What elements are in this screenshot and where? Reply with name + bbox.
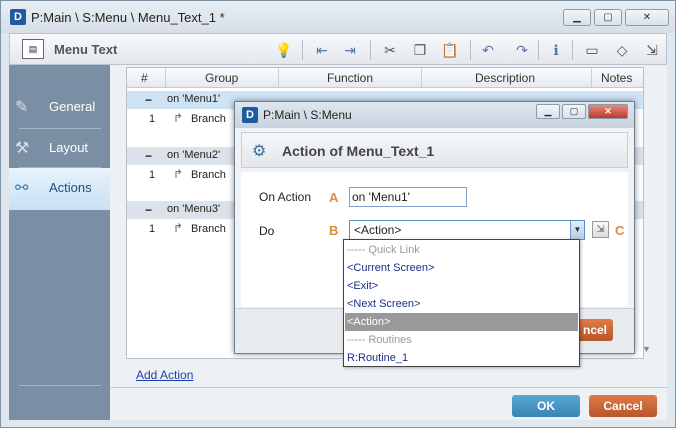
grid-header: # Group Function Description Notes (127, 68, 643, 88)
dropdown-option[interactable]: <Exit> (345, 277, 578, 295)
sidebar-item-actions[interactable]: ⚯ Actions (9, 168, 110, 210)
chevron-down-icon[interactable]: ▼ (570, 221, 584, 239)
sidebar-item-general[interactable]: ✎ General (9, 87, 110, 127)
sidebar: ✎ General ⚒ Layout ⚯ Actions (9, 65, 110, 420)
paste-icon[interactable]: 📋 (440, 40, 460, 60)
tag-icon[interactable]: ◇ (612, 40, 632, 60)
toolbar: ▤ Menu Text 💡 ⇤ ⇥ ✂ ❐ 📋 ↶ ↷ ℹ ▭ ◇ ⇲ (9, 33, 667, 65)
branch-icon: ↱ (173, 167, 184, 181)
bottom-bar: OK Cancel (110, 387, 667, 420)
copy-icon[interactable]: ❐ (410, 40, 430, 60)
callout-c: C (615, 223, 625, 238)
row-function: Branch (191, 169, 226, 181)
callout-b: B (329, 223, 339, 238)
sidebar-item-layout[interactable]: ⚒ Layout (9, 128, 110, 168)
wrench-icon: ✎ (15, 99, 29, 116)
row-function: Branch (191, 113, 226, 125)
gear-icon: ⚙ (252, 143, 267, 160)
goto-icon[interactable]: ⇲ (642, 40, 662, 60)
window-titlebar: D P:Main \ S:Menu \ Menu_Text_1 * ▁ ▢ ✕ (1, 1, 675, 33)
dialog-titlebar: D P:Main \ S:Menu ▁ ▢ ✕ (235, 102, 634, 128)
link-icon: ⚯ (15, 180, 29, 197)
comment-icon[interactable]: ▭ (582, 40, 602, 60)
column-header-function[interactable]: Function (327, 71, 373, 85)
dropdown-option[interactable]: <Current Screen> (345, 259, 578, 277)
menu-text-icon: ▤ (22, 39, 44, 59)
do-select-value: <Action> (354, 223, 402, 237)
do-dropdown-list: ----- Quick Link <Current Screen> <Exit>… (343, 239, 580, 367)
sidebar-item-label: General (49, 99, 96, 114)
outdent-icon[interactable]: ⇤ (312, 40, 332, 60)
tools-icon: ⚒ (15, 140, 30, 157)
collapse-icon[interactable]: − (145, 203, 152, 217)
collapse-icon[interactable]: − (145, 149, 152, 163)
row-function: Branch (191, 223, 226, 235)
app-icon: D (242, 107, 258, 123)
close-button[interactable]: ✕ (625, 9, 669, 26)
goto-action-button[interactable]: ⇲ (592, 221, 609, 238)
column-header-notes[interactable]: Notes (601, 71, 632, 85)
scroll-down-icon[interactable]: ▼ (642, 344, 651, 354)
maximize-button[interactable]: ▢ (594, 9, 622, 26)
dialog-close-button[interactable]: ✕ (588, 104, 628, 119)
callout-a: A (329, 190, 339, 205)
group-label: on 'Menu2' (167, 149, 221, 161)
indent-icon[interactable]: ⇥ (340, 40, 360, 60)
dropdown-option: ----- Routines (347, 334, 412, 346)
cut-icon[interactable]: ✂ (380, 40, 400, 60)
dialog-title: P:Main \ S:Menu (263, 108, 352, 122)
sidebar-item-label: Layout (49, 140, 89, 155)
on-action-field[interactable]: on 'Menu1' (349, 187, 467, 207)
collapse-icon[interactable]: − (145, 93, 152, 107)
dropdown-option: ----- Quick Link (347, 244, 420, 256)
column-header-group[interactable]: Group (205, 71, 238, 85)
branch-icon: ↱ (173, 111, 184, 125)
main-window: D P:Main \ S:Menu \ Menu_Text_1 * ▁ ▢ ✕ … (0, 0, 676, 428)
info-icon[interactable]: ℹ (546, 40, 566, 60)
group-label: on 'Menu3' (167, 203, 221, 215)
dropdown-option-selected[interactable]: <Action> (345, 313, 578, 331)
undo-icon[interactable]: ↶ (478, 40, 498, 60)
window-title: P:Main \ S:Menu \ Menu_Text_1 * (31, 10, 225, 25)
lightbulb-icon[interactable]: 💡 (274, 40, 294, 60)
ok-button[interactable]: OK (512, 395, 580, 417)
dialog-maximize-button[interactable]: ▢ (562, 104, 586, 119)
dialog-minimize-button[interactable]: ▁ (536, 104, 560, 119)
dialog-header: ⚙ Action of Menu_Text_1 (241, 132, 628, 168)
dropdown-option[interactable]: <Next Screen> (345, 295, 578, 313)
branch-icon: ↱ (173, 221, 184, 235)
toolbar-title: Menu Text (54, 42, 118, 57)
cancel-button[interactable]: Cancel (589, 395, 657, 417)
dropdown-option[interactable]: R:Routine_1 (345, 349, 578, 367)
sidebar-item-label: Actions (49, 180, 92, 195)
group-label: on 'Menu1' (167, 93, 221, 105)
column-header-number[interactable]: # (141, 71, 148, 85)
app-icon: D (10, 9, 26, 25)
do-select[interactable]: <Action> ▼ (349, 220, 585, 240)
row-number: 1 (149, 223, 156, 235)
dialog-heading: Action of Menu_Text_1 (282, 143, 435, 159)
row-number: 1 (149, 169, 156, 181)
minimize-button[interactable]: ▁ (563, 9, 591, 26)
row-number: 1 (149, 113, 156, 125)
do-label: Do (259, 224, 275, 238)
add-action-link[interactable]: Add Action (136, 368, 193, 382)
column-header-description[interactable]: Description (475, 71, 535, 85)
redo-icon[interactable]: ↷ (512, 40, 532, 60)
on-action-label: On Action (259, 190, 312, 204)
